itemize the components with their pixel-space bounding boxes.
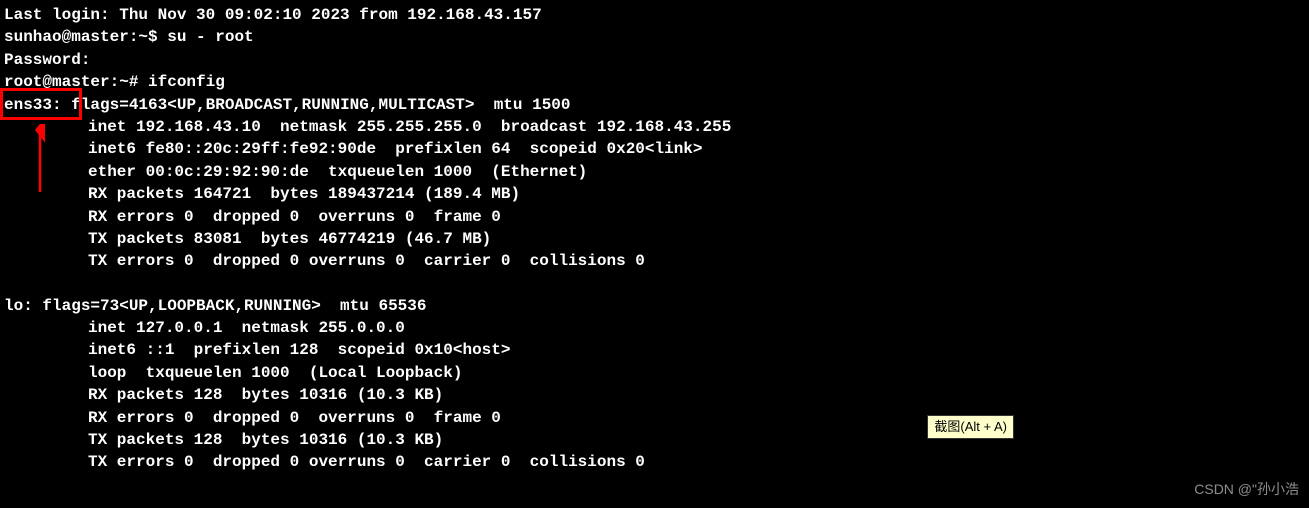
- last-login-line: Last login: Thu Nov 30 09:02:10 2023 fro…: [4, 4, 1305, 26]
- spacer: [4, 273, 1305, 295]
- lo-loop-line: loop txqueuelen 1000 (Local Loopback): [4, 362, 1305, 384]
- password-prompt: Password:: [4, 49, 1305, 71]
- ifconfig-command-line: root@master:~# ifconfig: [4, 71, 1305, 93]
- lo-header-line: lo: flags=73<UP,LOOPBACK,RUNNING> mtu 65…: [4, 295, 1305, 317]
- interface-name-ens33: ens33:: [4, 96, 71, 114]
- ens33-inet-line: inet 192.168.43.10 netmask 255.255.255.0…: [4, 116, 1305, 138]
- ens33-header-line: ens33: flags=4163<UP,BROADCAST,RUNNING,M…: [4, 94, 1305, 116]
- lo-inet-line: inet 127.0.0.1 netmask 255.0.0.0: [4, 317, 1305, 339]
- csdn-watermark: CSDN @"孙小浩: [1194, 480, 1299, 500]
- ens33-rx-packets-line: RX packets 164721 bytes 189437214 (189.4…: [4, 183, 1305, 205]
- lo-rx-errors-line: RX errors 0 dropped 0 overruns 0 frame 0: [4, 407, 1305, 429]
- terminal-output[interactable]: Last login: Thu Nov 30 09:02:10 2023 fro…: [4, 4, 1305, 474]
- screenshot-tooltip: 截图(Alt + A): [927, 415, 1014, 439]
- ens33-inet6-line: inet6 fe80::20c:29ff:fe92:90de prefixlen…: [4, 138, 1305, 160]
- ens33-flags: flags=4163<UP,BROADCAST,RUNNING,MULTICAS…: [71, 96, 570, 114]
- lo-tx-packets-line: TX packets 128 bytes 10316 (10.3 KB): [4, 429, 1305, 451]
- lo-tx-errors-line: TX errors 0 dropped 0 overruns 0 carrier…: [4, 451, 1305, 473]
- ens33-tx-errors-line: TX errors 0 dropped 0 overruns 0 carrier…: [4, 250, 1305, 272]
- lo-inet6-line: inet6 ::1 prefixlen 128 scopeid 0x10<hos…: [4, 339, 1305, 361]
- ens33-rx-errors-line: RX errors 0 dropped 0 overruns 0 frame 0: [4, 206, 1305, 228]
- lo-rx-packets-line: RX packets 128 bytes 10316 (10.3 KB): [4, 384, 1305, 406]
- ens33-ether-line: ether 00:0c:29:92:90:de txqueuelen 1000 …: [4, 161, 1305, 183]
- ens33-tx-packets-line: TX packets 83081 bytes 46774219 (46.7 MB…: [4, 228, 1305, 250]
- su-command-line: sunhao@master:~$ su - root: [4, 26, 1305, 48]
